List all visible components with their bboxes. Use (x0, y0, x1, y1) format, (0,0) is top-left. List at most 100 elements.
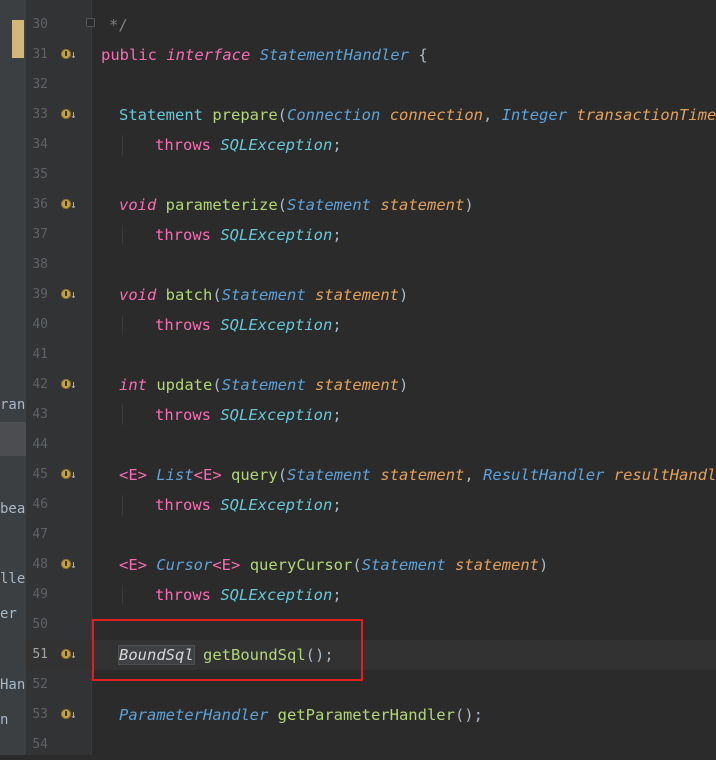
exception-type: SQLException (220, 406, 333, 424)
side-panel-selected-row[interactable] (0, 422, 26, 456)
method-name: update (156, 376, 213, 394)
code-line[interactable]: 44 (26, 430, 716, 460)
code-line[interactable]: 39 ↓ void batch(Statement statement) (26, 280, 716, 310)
line-number: 32 (32, 77, 48, 92)
line-number: 39 (32, 287, 48, 302)
code-line[interactable]: 40 throws SQLException; (26, 310, 716, 340)
generic-param: <E> (193, 466, 222, 484)
comment-end: */ (109, 16, 128, 34)
implemented-method-icon[interactable]: ↓ (61, 378, 77, 392)
side-panel-item[interactable]: ller (0, 570, 26, 588)
line-number: 48 (32, 557, 48, 572)
keyword: throws (155, 226, 211, 244)
side-panel-item[interactable]: n (0, 711, 8, 729)
indent-guide (122, 585, 123, 605)
implemented-method-icon[interactable]: ↓ (61, 198, 77, 212)
line-number: 50 (32, 617, 48, 632)
line-number: 36 (32, 197, 48, 212)
type: Statement (287, 466, 372, 484)
param: statement (380, 466, 465, 484)
side-panel-item[interactable]: er (0, 605, 17, 623)
paren: ) (399, 286, 409, 304)
interface-name: StatementHandler (259, 46, 409, 64)
semicolon: ; (332, 136, 342, 154)
code-text: void parameterize(Statement statement) (119, 195, 474, 215)
line-number: 51 (32, 647, 48, 662)
code-text: */ (109, 15, 128, 35)
code-line[interactable]: 47 (26, 520, 716, 550)
fold-icon[interactable] (86, 18, 95, 27)
param: statement (380, 196, 465, 214)
line-number: 42 (32, 377, 48, 392)
indent-guide (122, 135, 123, 155)
param: resultHandler) (613, 466, 716, 484)
exception-type: SQLException (220, 136, 333, 154)
paren: ( (212, 376, 222, 394)
semicolon: ; (332, 496, 342, 514)
code-text: ParameterHandler getParameterHandler(); (119, 705, 483, 725)
code-line[interactable]: 54 (26, 730, 716, 760)
code-line[interactable]: 48 ↓ <E> Cursor<E> queryCursor(Statement… (26, 550, 716, 580)
code-line[interactable]: 42 ↓ int update(Statement statement) (26, 370, 716, 400)
side-panel-item[interactable]: ran (0, 396, 25, 414)
method-name: batch (165, 286, 213, 304)
param: statement (315, 376, 400, 394)
semicolon: ; (332, 316, 342, 334)
keyword: throws (155, 136, 211, 154)
code-line[interactable]: 31 ↓ public interface StatementHandler { (26, 40, 716, 70)
code-line[interactable]: 49 throws SQLException; (26, 580, 716, 610)
line-number: 46 (32, 497, 48, 512)
implemented-method-icon[interactable]: ↓ (61, 558, 77, 572)
keyword: throws (155, 406, 211, 424)
code-line[interactable]: 32 (26, 70, 716, 100)
code-line[interactable]: 37 throws SQLException; (26, 220, 716, 250)
type: Statement (119, 106, 203, 124)
method-name: query (231, 466, 278, 484)
param: statement (455, 556, 540, 574)
side-panel-item[interactable]: bean (0, 500, 26, 518)
code-line[interactable]: 36 ↓ void parameterize(Statement stateme… (26, 190, 716, 220)
code-line[interactable]: 53 ↓ ParameterHandler getParameterHandle… (26, 700, 716, 730)
implemented-method-icon[interactable]: ↓ (61, 708, 77, 722)
code-line[interactable]: 41 (26, 340, 716, 370)
line-number: 54 (32, 737, 48, 752)
type: ResultHandler (483, 466, 605, 484)
code-text: throws SQLException; (155, 315, 342, 335)
code-line[interactable]: 38 (26, 250, 716, 280)
keyword: throws (155, 496, 211, 514)
method-name: getParameterHandler (277, 706, 455, 724)
line-number: 47 (32, 527, 48, 542)
brace: { (418, 46, 428, 64)
code-line[interactable]: 30 */ (26, 10, 716, 40)
semicolon: ; (332, 226, 342, 244)
comma: , (483, 106, 493, 124)
side-panel-item[interactable]: Hand (0, 676, 26, 694)
code-line[interactable]: 34 throws SQLException; (26, 130, 716, 160)
line-number: 34 (32, 137, 48, 152)
method-name: queryCursor (249, 556, 353, 574)
implemented-method-icon[interactable]: ↓ (61, 468, 77, 482)
code-line[interactable]: 43 throws SQLException; (26, 400, 716, 430)
paren: ( (277, 106, 288, 124)
param: statement (315, 286, 400, 304)
type: Statement (287, 196, 371, 214)
implemented-method-icon[interactable]: ↓ (61, 108, 77, 122)
code-text: throws SQLException; (155, 135, 342, 155)
keyword: throws (155, 316, 211, 334)
project-side-panel[interactable]: ran bean ller er Hand n (0, 0, 26, 755)
code-text: throws SQLException; (155, 405, 342, 425)
code-line[interactable]: 46 throws SQLException; (26, 490, 716, 520)
line-number: 38 (32, 257, 48, 272)
indent-guide (122, 405, 123, 425)
code-line[interactable]: 33 ↓ Statement prepare(Connection connec… (26, 100, 716, 130)
implemented-method-icon[interactable]: ↓ (61, 288, 77, 302)
line-number: 49 (32, 587, 48, 602)
generic-param: <E> (212, 556, 241, 574)
implemented-method-icon[interactable]: ↓ (61, 48, 77, 62)
type: Connection (287, 106, 381, 124)
line-number: 53 (32, 707, 48, 722)
code-line[interactable]: 45 ↓ <E> List<E> query(Statement stateme… (26, 460, 716, 490)
implemented-method-icon[interactable]: ↓ (61, 648, 77, 662)
code-line[interactable]: 35 (26, 160, 716, 190)
line-number: 45 (32, 467, 48, 482)
